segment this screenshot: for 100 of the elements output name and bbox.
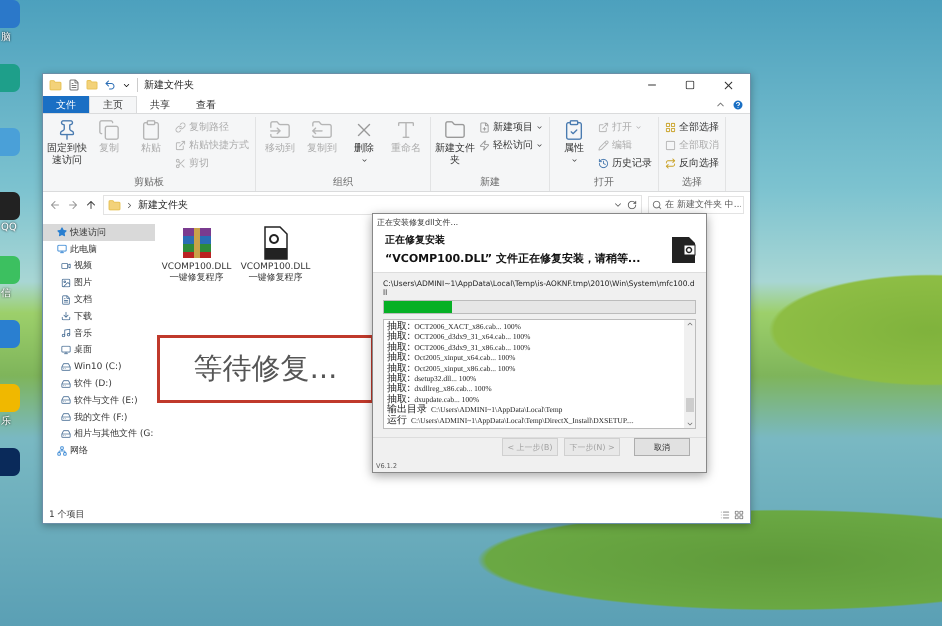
caret-icon (536, 142, 543, 148)
window-title: 新建文件夹 (137, 78, 630, 92)
chevron-icon (125, 200, 134, 210)
rename-icon (395, 119, 417, 141)
star-icon (57, 227, 67, 238)
dialog-message: “VCOMP100.DLL” 文件正在修复安装，请稍等... (385, 251, 642, 266)
ribbon-button[interactable]: 固定到快速访问 (47, 117, 87, 175)
ribbon-button[interactable]: 历史记录 (596, 155, 654, 171)
log-label: 抽取: (387, 384, 410, 394)
invert-selection-icon (665, 158, 676, 168)
log-label: 抽取: (387, 322, 410, 332)
status-text: 1 个项目 (49, 508, 85, 521)
desktop-app-icon[interactable] (0, 192, 20, 220)
scroll-up-icon[interactable] (686, 320, 694, 328)
nav-item-icon (61, 362, 71, 372)
new-item-icon (479, 122, 490, 132)
open-icon (598, 122, 609, 132)
ribbon-button[interactable]: 删除 (344, 117, 384, 175)
caret-icon (360, 157, 368, 164)
nav-item-icon (61, 294, 71, 305)
log-label: 抽取: (387, 342, 410, 353)
scissors-icon (175, 158, 186, 168)
nav-item-icon (61, 412, 71, 422)
ribbon-button[interactable]: 新建项目 (477, 119, 545, 135)
refresh-icon[interactable] (627, 200, 637, 210)
move-icon (269, 119, 291, 141)
ribbon-button[interactable]: 轻松访问 (477, 137, 545, 153)
ribbon-button[interactable]: 全部选择 (663, 119, 721, 135)
close-icon (722, 78, 734, 92)
nav-item[interactable]: 文档 (43, 291, 155, 308)
ribbon-tab[interactable]: 共享 (137, 96, 183, 113)
folder-icon (108, 198, 121, 212)
log-label: 抽取: (387, 364, 410, 374)
log-label: 输出目录 (387, 405, 427, 416)
ribbon-button[interactable]: 新建文件夹 (435, 117, 475, 175)
group-label: 打开 (593, 176, 615, 190)
nav-item-icon (61, 428, 71, 439)
icons-view-icon[interactable] (734, 510, 744, 520)
dialog-button[interactable]: 取消 (634, 438, 690, 456)
history-icon (598, 158, 609, 168)
group-label: 组织 (332, 176, 354, 190)
nav-item[interactable]: Win10 (C:) (43, 358, 155, 376)
scroll-thumb[interactable] (686, 398, 694, 412)
nav-item[interactable]: 网络 (43, 442, 155, 460)
desktop-app-icon[interactable] (0, 448, 20, 476)
nav-item[interactable]: 图片 (43, 274, 155, 292)
nav-item[interactable]: 下载 (43, 308, 155, 325)
link-icon (175, 122, 186, 132)
quick-access-icon (479, 140, 490, 150)
folder-icon (444, 119, 466, 141)
nav-item[interactable]: 软件与文件 (E:) (43, 392, 155, 409)
copy-icon (98, 119, 120, 141)
nav-item-icon (61, 311, 71, 322)
nav-item-icon (61, 378, 71, 389)
clipboard-icon (140, 119, 162, 141)
nav-item[interactable]: 快速访问 (43, 224, 155, 241)
dll-file-icon (262, 226, 290, 260)
nav-item[interactable]: 视频 (43, 258, 155, 274)
folder-icon (49, 78, 62, 92)
properties-icon (563, 119, 585, 141)
computer-icon (57, 244, 67, 254)
nav-item-icon (61, 328, 71, 338)
file-name[interactable]: VCOMP100.DLL 一键修复程序 (162, 262, 232, 284)
back-button[interactable] (49, 199, 61, 211)
nav-item[interactable]: 我的文件 (F:) (43, 408, 155, 426)
dialog-heading: 正在修复安装 (385, 233, 446, 247)
nav-item-icon (61, 395, 71, 406)
help-icon[interactable] (732, 98, 744, 110)
nav-item[interactable]: 软件 (D:) (43, 375, 155, 392)
edit-icon (598, 140, 609, 150)
group-label: 剪贴板 (133, 176, 165, 190)
nav-item-icon (61, 260, 71, 271)
undo-icon[interactable] (104, 79, 116, 91)
search-icon (652, 200, 662, 210)
scroll-down-icon[interactable] (686, 420, 694, 428)
scrollbar[interactable] (684, 320, 695, 428)
caret-icon (570, 157, 578, 164)
dll-file-icon (670, 236, 696, 264)
maximize-icon (685, 80, 695, 90)
nav-item-icon (61, 278, 71, 288)
up-button[interactable] (85, 199, 97, 211)
nav-item[interactable]: 相片与其他文件 (G: (43, 426, 155, 442)
nav-item[interactable]: 音乐 (43, 324, 155, 342)
details-view-icon[interactable] (720, 510, 730, 520)
ribbon-tab[interactable]: 主页 (89, 96, 137, 113)
properties-icon[interactable] (68, 79, 80, 91)
ribbon-tab[interactable]: 查看 (183, 96, 229, 113)
ribbon-button[interactable]: 反向选择 (663, 155, 721, 171)
log-label: 运行 (387, 416, 407, 426)
log-label: 抽取: (387, 374, 410, 384)
search-field[interactable]: 在 新建文件夹 中... (648, 196, 744, 214)
nav-item[interactable]: 此电脑 (43, 240, 155, 258)
select-all-icon (665, 122, 676, 132)
nav-item[interactable]: 桌面 (43, 342, 155, 358)
ribbon-button[interactable]: 属性 (554, 117, 594, 175)
waiting-notice: 等待修复... (157, 334, 374, 402)
forward-button[interactable] (67, 199, 79, 211)
file-name[interactable]: VCOMP100.DLL 一键修复程序 (240, 262, 310, 284)
ribbon-tab[interactable]: 文件 (43, 96, 89, 113)
copy-to-icon (311, 119, 333, 141)
